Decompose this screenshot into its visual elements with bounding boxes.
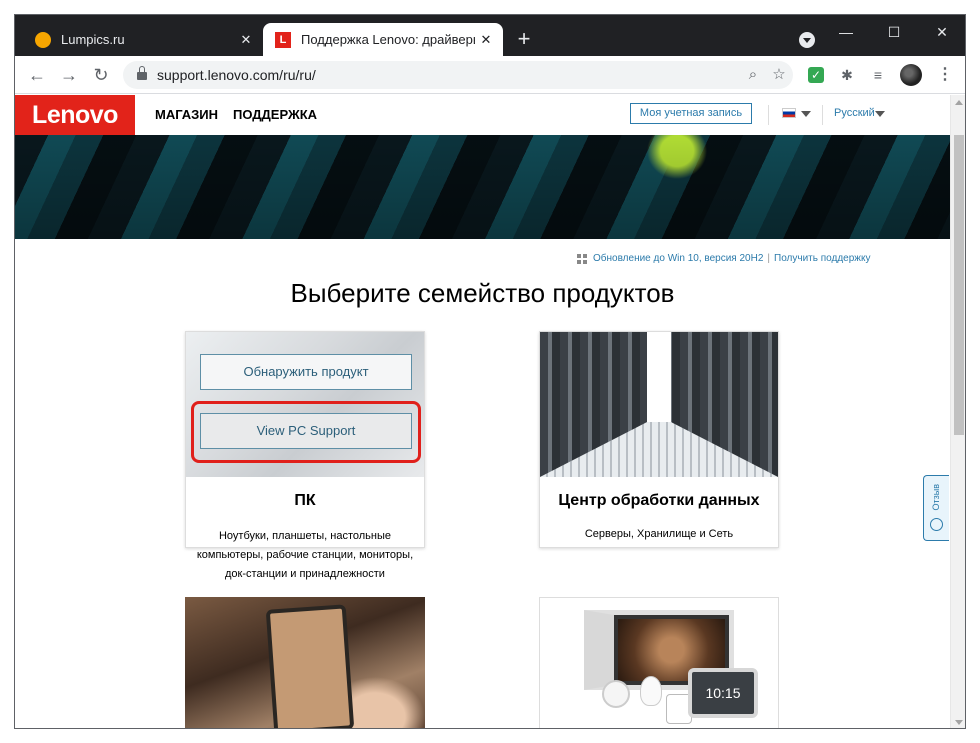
close-icon[interactable]: ✕ — [475, 29, 497, 51]
datacenter-card-image — [540, 332, 778, 477]
scroll-down-icon[interactable] — [955, 720, 963, 725]
bulb-image — [640, 676, 662, 706]
datacenter-card-title[interactable]: Центр обработки данных — [540, 492, 778, 510]
lumpics-favicon-icon — [35, 31, 51, 48]
tab-lenovo-support[interactable]: L Поддержка Lenovo: драйверы, с ✕ — [263, 23, 503, 56]
lenovo-logo[interactable]: Lenovo — [15, 95, 135, 135]
url-text[interactable]: support.lenovo.com/ru/ru/ — [157, 67, 316, 83]
link-separator: | — [767, 253, 770, 264]
extensions-puzzle-icon[interactable]: ✱ — [837, 65, 857, 85]
close-window-button[interactable]: ✕ — [919, 19, 965, 47]
top-links: Обновление до Win 10, версия 20H2 | Полу… — [577, 253, 870, 264]
back-icon[interactable]: ← — [25, 63, 49, 87]
tab-title: Поддержка Lenovo: драйверы, с — [301, 32, 475, 47]
profile-avatar[interactable] — [900, 64, 922, 86]
bookmark-star-icon[interactable]: ☆ — [769, 65, 789, 85]
tab-lumpics[interactable]: Lumpics.ru ✕ — [23, 23, 263, 56]
hero-banner — [15, 135, 950, 239]
scroll-thumb[interactable] — [954, 135, 964, 435]
lock-icon[interactable] — [137, 66, 147, 80]
forward-icon[interactable]: → — [57, 63, 81, 87]
highlight-annotation — [191, 401, 421, 463]
extension-check-icon[interactable]: ✓ — [808, 67, 824, 83]
pc-desc-line: док-станции и принадлежности — [225, 568, 385, 580]
chevron-down-icon[interactable] — [875, 111, 885, 117]
pc-desc-line: компьютеры, рабочие станции, мониторы, — [196, 549, 414, 561]
smart-devices-card-image[interactable]: 10:15 — [539, 597, 779, 728]
page-title: Выберите семейство продуктов — [290, 278, 675, 308]
media-control-icon[interactable]: ≡ — [868, 65, 888, 85]
site-header: Lenovo МАГАЗИН ПОДДЕРЖКА Моя учетная зап… — [15, 95, 950, 135]
windows-icon — [577, 253, 587, 264]
address-bar[interactable]: support.lenovo.com/ru/ru/ ⌕ ☆ — [123, 61, 793, 89]
page-viewport: Lenovo МАГАЗИН ПОДДЕРЖКА Моя учетная зап… — [15, 95, 965, 728]
russia-flag-icon[interactable] — [782, 108, 796, 118]
language-selector[interactable]: Русский — [834, 107, 875, 119]
detect-product-button[interactable]: Обнаружить продукт — [200, 354, 412, 390]
datacenter-card-subtitle: Серверы, Хранилище и Сеть — [584, 528, 734, 540]
reload-icon[interactable]: ↻ — [89, 63, 113, 87]
zoom-icon[interactable]: ⌕ — [743, 65, 763, 85]
divider — [822, 105, 823, 125]
tablets-card-image[interactable] — [185, 597, 425, 728]
minimize-button[interactable]: — — [823, 19, 869, 47]
camera-image — [602, 680, 630, 708]
pc-desc-line: Ноутбуки, планшеты, настольные — [218, 530, 392, 542]
browser-toolbar: ← → ↻ support.lenovo.com/ru/ru/ ⌕ ☆ ✓ ✱ … — [15, 56, 965, 94]
pc-card-title[interactable]: ПК — [186, 492, 424, 510]
datacenter-card[interactable]: Центр обработки данных Серверы, Хранилищ… — [539, 331, 779, 548]
divider — [768, 105, 769, 125]
tab-search-icon[interactable] — [799, 32, 815, 48]
lenovo-favicon-icon: L — [275, 31, 291, 48]
smart-clock-time: 10:15 — [688, 668, 758, 718]
new-tab-button[interactable]: + — [512, 28, 536, 52]
pc-card-description: Ноутбуки, планшеты, настольные компьютер… — [185, 527, 425, 584]
feedback-tab[interactable]: Отзыв — [923, 475, 949, 541]
browser-window: Lumpics.ru ✕ L Поддержка Lenovo: драйвер… — [14, 14, 966, 729]
tab-title: Lumpics.ru — [61, 32, 125, 47]
smile-icon — [930, 518, 943, 531]
win10-update-link[interactable]: Обновление до Win 10, версия 20H2 — [593, 253, 763, 264]
maximize-button[interactable]: ☐ — [871, 19, 917, 47]
tab-strip: Lumpics.ru ✕ L Поддержка Lenovo: драйвер… — [15, 15, 965, 56]
nav-store[interactable]: МАГАЗИН — [155, 107, 218, 122]
menu-icon[interactable]: ⋮ — [935, 65, 955, 85]
get-support-link[interactable]: Получить поддержку — [774, 253, 870, 264]
feedback-label: Отзыв — [931, 484, 941, 511]
scroll-up-icon[interactable] — [955, 100, 963, 105]
account-button[interactable]: Моя учетная запись — [630, 103, 752, 124]
nav-support[interactable]: ПОДДЕРЖКА — [233, 107, 317, 122]
phone-image — [265, 604, 355, 728]
scrollbar[interactable] — [950, 95, 965, 728]
chevron-down-icon[interactable] — [801, 111, 811, 117]
close-icon[interactable]: ✕ — [235, 29, 257, 51]
